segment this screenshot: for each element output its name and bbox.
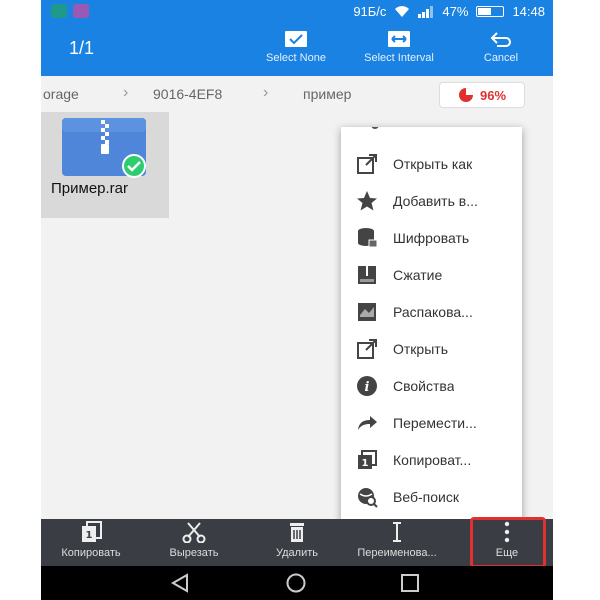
copy-label: Копировать <box>61 547 121 559</box>
menu-item-label: Добавить в... <box>393 192 478 209</box>
interval-icon <box>388 31 410 47</box>
web-search-icon <box>353 483 381 511</box>
extract-icon <box>353 298 381 326</box>
menu-scroll-indicator <box>371 127 379 129</box>
selection-action-bar: 1/1 Select None Select Interval Cancel <box>41 24 553 76</box>
compress-icon <box>353 261 381 289</box>
selection-count: 1/1 <box>69 38 95 58</box>
select-interval-button[interactable]: Select Interval <box>349 30 449 64</box>
move-icon <box>353 409 381 437</box>
cancel-label: Cancel <box>483 52 519 64</box>
storage-usage-value: 96% <box>479 87 507 103</box>
clock: 14:48 <box>512 4 545 19</box>
network-speed: 91Б/с <box>353 4 387 19</box>
more-vertical-icon <box>504 521 510 543</box>
system-nav-bar <box>41 566 553 600</box>
delete-label: Удалить <box>276 547 318 559</box>
delete-button[interactable]: Удалить <box>247 521 347 559</box>
more-button[interactable]: Еще <box>457 521 553 559</box>
menu-item-extract[interactable]: Распакова... <box>341 293 522 330</box>
rename-button[interactable]: Переименова... <box>347 521 447 559</box>
copy-button[interactable]: 1 Копировать <box>41 521 141 559</box>
trash-icon <box>290 523 304 542</box>
breadcrumb-item-storage[interactable]: orage <box>43 86 79 102</box>
scissors-icon <box>182 522 206 543</box>
cut-label: Вырезать <box>169 547 219 559</box>
file-name: Пример.rar <box>51 180 128 197</box>
home-icon[interactable] <box>285 573 307 593</box>
menu-item-copy[interactable]: 1 Копироват... <box>341 441 522 478</box>
undo-icon <box>490 32 511 47</box>
open-as-icon <box>353 150 381 178</box>
phone-screen: 91Б/с 47% 14:48 1/1 Select None Select I… <box>41 0 553 600</box>
menu-item-move[interactable]: Перемести... <box>341 404 522 441</box>
select-none-button[interactable]: Select None <box>246 30 346 64</box>
more-label: Еще <box>495 547 519 559</box>
file-tile[interactable]: Пример.rar <box>41 112 169 218</box>
context-menu: Открыть как Добавить в... Шифровать Сжат… <box>341 127 522 521</box>
menu-item-add-to[interactable]: Добавить в... <box>341 182 522 219</box>
menu-item-properties[interactable]: i Свойства <box>341 367 522 404</box>
breadcrumb-separator: › <box>263 84 269 101</box>
svg-text:i: i <box>365 380 370 395</box>
svg-text:1: 1 <box>362 458 369 469</box>
breadcrumb-separator: › <box>123 84 129 101</box>
menu-item-label: Сжатие <box>393 266 443 283</box>
encrypt-icon <box>353 224 381 252</box>
menu-item-open[interactable]: Открыть <box>341 330 522 367</box>
menu-item-web-search[interactable]: Веб-поиск <box>341 478 522 515</box>
select-interval-label: Select Interval <box>364 52 434 64</box>
wifi-icon <box>395 5 410 17</box>
pie-chart-icon <box>458 88 473 102</box>
menu-item-label: Копироват... <box>393 451 472 468</box>
image-notification-icon <box>73 4 89 18</box>
open-icon <box>353 335 381 363</box>
status-bar: 91Б/с 47% 14:48 <box>41 0 553 24</box>
battery-icon <box>476 6 505 17</box>
breadcrumb-item-sd[interactable]: 9016-4EF8 <box>153 86 222 102</box>
breadcrumb: orage › 9016-4EF8 › пример 96% <box>41 76 553 112</box>
battery-percent: 47% <box>442 4 469 19</box>
menu-item-compress[interactable]: Сжатие <box>341 256 522 293</box>
menu-item-label: Распакова... <box>393 303 473 320</box>
rename-label: Переименова... <box>357 547 437 559</box>
cut-button[interactable]: Вырезать <box>144 521 244 559</box>
archive-file-icon <box>62 118 146 178</box>
menu-item-label: Свойства <box>393 377 455 394</box>
svg-text:1: 1 <box>86 530 93 541</box>
menu-item-encrypt[interactable]: Шифровать <box>341 219 522 256</box>
bottom-toolbar: 1 Копировать Вырезать Удалить Переименов… <box>41 519 553 566</box>
menu-item-label: Веб-поиск <box>393 488 459 505</box>
copy-icon: 1 <box>82 521 102 542</box>
checkbox-icon <box>285 31 307 47</box>
menu-item-open-as[interactable]: Открыть как <box>341 145 522 182</box>
menu-item-label: Перемести... <box>393 414 477 431</box>
recents-icon[interactable] <box>399 573 421 593</box>
star-icon <box>353 187 381 215</box>
select-none-label: Select None <box>266 52 326 64</box>
menu-item-label: Открыть как <box>393 155 473 172</box>
storage-usage-badge[interactable]: 96% <box>439 82 525 108</box>
cancel-button[interactable]: Cancel <box>451 30 551 64</box>
breadcrumb-item-folder[interactable]: пример <box>303 86 351 102</box>
signal-icon <box>418 5 434 18</box>
info-icon: i <box>353 372 381 400</box>
menu-item-label: Шифровать <box>393 229 470 246</box>
text-cursor-icon <box>393 522 401 542</box>
menu-item-label: Открыть <box>393 340 448 357</box>
copy-icon: 1 <box>353 446 381 474</box>
back-icon[interactable] <box>169 573 191 593</box>
app-notification-icon <box>51 4 67 18</box>
